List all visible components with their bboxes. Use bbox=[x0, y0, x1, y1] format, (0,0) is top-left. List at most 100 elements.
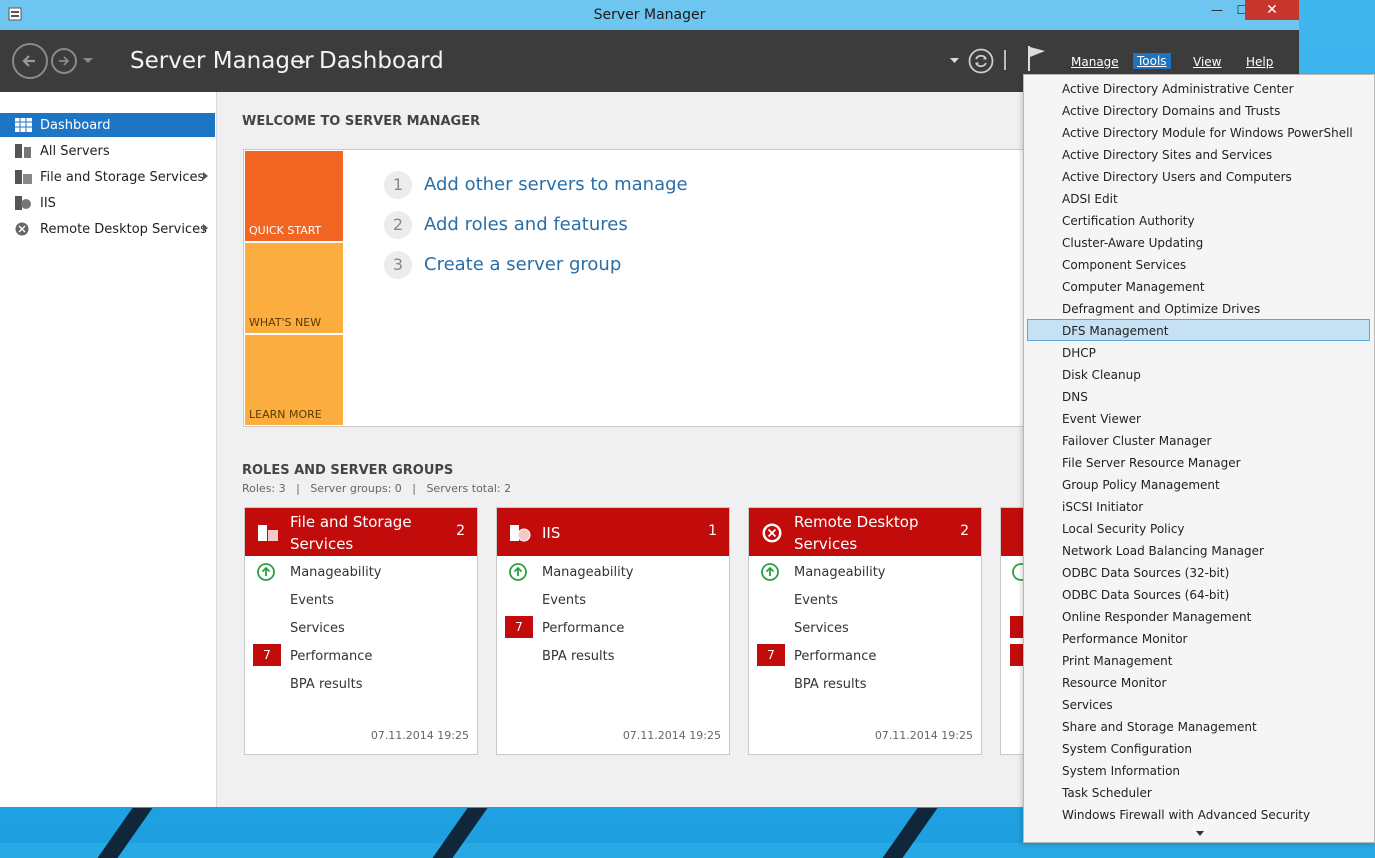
refresh-icon[interactable] bbox=[968, 48, 994, 74]
role-card-header[interactable]: File and Storage Services 2 bbox=[245, 508, 477, 556]
tools-menu-item[interactable]: Performance Monitor bbox=[1024, 627, 1374, 649]
role-card-header[interactable]: Remote Desktop Services 2 bbox=[749, 508, 981, 556]
minimize-button[interactable]: — bbox=[1203, 0, 1231, 20]
iis-icon bbox=[510, 525, 531, 542]
tools-menu-item-label: Network Load Balancing Manager bbox=[1062, 544, 1264, 558]
sidebar-item-dashboard[interactable]: Dashboard bbox=[0, 113, 215, 137]
history-dropdown-icon[interactable] bbox=[83, 57, 93, 65]
tools-menu-item[interactable]: ODBC Data Sources (64-bit) bbox=[1024, 583, 1374, 605]
bpa-row[interactable]: BPA results bbox=[290, 677, 363, 692]
tools-menu-item[interactable]: Certification Authority bbox=[1024, 209, 1374, 231]
title-bar[interactable]: Server Manager — ☐ ✕ bbox=[0, 0, 1299, 30]
status-ok-icon bbox=[761, 563, 779, 581]
tools-menu-item[interactable]: Component Services bbox=[1024, 253, 1374, 275]
scroll-down-arrow-icon[interactable] bbox=[1196, 831, 1204, 836]
performance-row[interactable]: 7 Performance bbox=[505, 616, 625, 638]
menu-view[interactable]: View bbox=[1193, 55, 1221, 69]
row-label: Manageability bbox=[542, 565, 634, 580]
row-label: Services bbox=[794, 621, 849, 636]
expand-arrow-icon[interactable] bbox=[203, 172, 208, 180]
tools-menu-item[interactable]: Network Load Balancing Manager bbox=[1024, 539, 1374, 561]
tools-menu-item[interactable]: Online Responder Management bbox=[1024, 605, 1374, 627]
tools-menu-item-label: Cluster-Aware Updating bbox=[1062, 236, 1204, 250]
tools-menu-item[interactable]: ADSI Edit bbox=[1024, 187, 1374, 209]
bpa-row[interactable]: BPA results bbox=[794, 677, 867, 692]
tools-menu-item[interactable]: Active Directory Users and Computers bbox=[1024, 165, 1374, 187]
tools-menu-item[interactable]: DFS Management bbox=[1027, 319, 1370, 341]
row-label: BPA results bbox=[794, 677, 867, 692]
expand-arrow-icon[interactable] bbox=[203, 224, 208, 232]
quick-start-tile[interactable]: QUICK START bbox=[245, 151, 343, 241]
tools-menu-item[interactable]: Task Scheduler bbox=[1024, 781, 1374, 803]
menu-tools[interactable]: Tools bbox=[1133, 53, 1171, 69]
tools-menu-item[interactable]: Resource Monitor bbox=[1024, 671, 1374, 693]
tools-menu-item[interactable]: System Information bbox=[1024, 759, 1374, 781]
performance-row[interactable]: 7 Performance bbox=[757, 644, 876, 666]
header-divider bbox=[1004, 50, 1006, 70]
bpa-row[interactable]: BPA results bbox=[542, 649, 615, 664]
tools-menu-item[interactable]: File Server Resource Manager bbox=[1024, 451, 1374, 473]
role-card-count: 2 bbox=[960, 523, 969, 539]
manageability-row[interactable]: Manageability bbox=[257, 563, 381, 581]
last-updated-timestamp: 07.11.2014 19:25 bbox=[874, 729, 973, 742]
step-link[interactable]: Create a server group bbox=[424, 254, 621, 275]
notifications-flag-icon[interactable] bbox=[1026, 44, 1048, 72]
menu-help[interactable]: Help bbox=[1246, 55, 1273, 69]
whats-new-tile[interactable]: WHAT'S NEW bbox=[245, 243, 343, 333]
manageability-row[interactable]: Manageability bbox=[509, 563, 634, 581]
tools-menu-item-label: Certification Authority bbox=[1062, 214, 1195, 228]
row-label: BPA results bbox=[290, 677, 363, 692]
tools-menu-item[interactable]: DHCP bbox=[1024, 341, 1374, 363]
role-card-title: Remote Desktop bbox=[794, 513, 919, 531]
step-link[interactable]: Add roles and features bbox=[424, 214, 628, 235]
role-card-iis[interactable]: IIS 1 Manageability Events 7 Performance… bbox=[496, 507, 730, 755]
tools-menu-item[interactable]: ODBC Data Sources (32-bit) bbox=[1024, 561, 1374, 583]
tools-menu-item[interactable]: Active Directory Administrative Center bbox=[1024, 77, 1374, 99]
back-button[interactable] bbox=[12, 43, 48, 79]
sidebar-item-remote-desktop[interactable]: Remote Desktop Services bbox=[0, 217, 215, 241]
performance-row[interactable]: 7 Performance bbox=[253, 644, 372, 666]
tools-menu-item[interactable]: Active Directory Sites and Services bbox=[1024, 143, 1374, 165]
row-label: Manageability bbox=[794, 565, 886, 580]
tools-menu-item[interactable]: Disk Cleanup bbox=[1024, 363, 1374, 385]
tools-menu-item[interactable]: Active Directory Module for Windows Powe… bbox=[1024, 121, 1374, 143]
tools-menu-item[interactable]: System Configuration bbox=[1024, 737, 1374, 759]
tools-menu-item-label: Print Management bbox=[1062, 654, 1173, 668]
menu-manage[interactable]: Manage bbox=[1071, 55, 1119, 69]
tools-menu-item[interactable]: Defragment and Optimize Drives bbox=[1024, 297, 1374, 319]
role-card-file-storage[interactable]: File and Storage Services 2 Manageabilit… bbox=[244, 507, 478, 755]
tools-menu-item[interactable]: DNS bbox=[1024, 385, 1374, 407]
events-row[interactable]: Events bbox=[542, 593, 586, 608]
notifications-dropdown-icon[interactable] bbox=[950, 58, 959, 64]
tools-menu-item[interactable]: Services bbox=[1024, 693, 1374, 715]
tools-menu-item[interactable]: Windows Firewall with Advanced Security bbox=[1024, 803, 1374, 825]
forward-button[interactable] bbox=[51, 48, 77, 74]
services-row[interactable]: Services bbox=[290, 621, 345, 636]
sidebar-item-all-servers[interactable]: All Servers bbox=[0, 139, 215, 163]
tools-menu-item[interactable]: Group Policy Management bbox=[1024, 473, 1374, 495]
tools-menu-item[interactable]: Print Management bbox=[1024, 649, 1374, 671]
tools-menu-item[interactable]: Share and Storage Management bbox=[1024, 715, 1374, 737]
tools-menu-item[interactable]: iSCSI Initiator bbox=[1024, 495, 1374, 517]
sidebar-item-iis[interactable]: IIS bbox=[0, 191, 215, 215]
services-row[interactable]: Services bbox=[794, 621, 849, 636]
manageability-row[interactable]: Manageability bbox=[761, 563, 886, 581]
tools-dropdown-menu: Windows Firewall with Advanced Security T… bbox=[1023, 74, 1375, 843]
step-link[interactable]: Add other servers to manage bbox=[424, 174, 688, 195]
tools-menu-item-label: Active Directory Administrative Center bbox=[1062, 82, 1294, 96]
tools-menu-item[interactable]: Event Viewer bbox=[1024, 407, 1374, 429]
tools-menu-item[interactable]: Active Directory Domains and Trusts bbox=[1024, 99, 1374, 121]
events-row[interactable]: Events bbox=[794, 593, 838, 608]
sidebar-item-file-storage[interactable]: File and Storage Services bbox=[0, 165, 215, 189]
tools-menu-item[interactable]: Failover Cluster Manager bbox=[1024, 429, 1374, 451]
tools-menu-item[interactable]: Cluster-Aware Updating bbox=[1024, 231, 1374, 253]
role-card-remote-desktop[interactable]: Remote Desktop Services 2 Manageability … bbox=[748, 507, 982, 755]
close-button[interactable]: ✕ bbox=[1245, 0, 1299, 20]
learn-more-tile[interactable]: LEARN MORE bbox=[245, 335, 343, 425]
tools-menu-item[interactable]: Computer Management bbox=[1024, 275, 1374, 297]
role-card-header[interactable]: IIS 1 bbox=[497, 508, 729, 556]
tools-menu-item-label: System Information bbox=[1062, 764, 1181, 778]
row-label: Performance bbox=[542, 621, 625, 636]
events-row[interactable]: Events bbox=[290, 593, 334, 608]
tools-menu-item[interactable]: Local Security Policy bbox=[1024, 517, 1374, 539]
